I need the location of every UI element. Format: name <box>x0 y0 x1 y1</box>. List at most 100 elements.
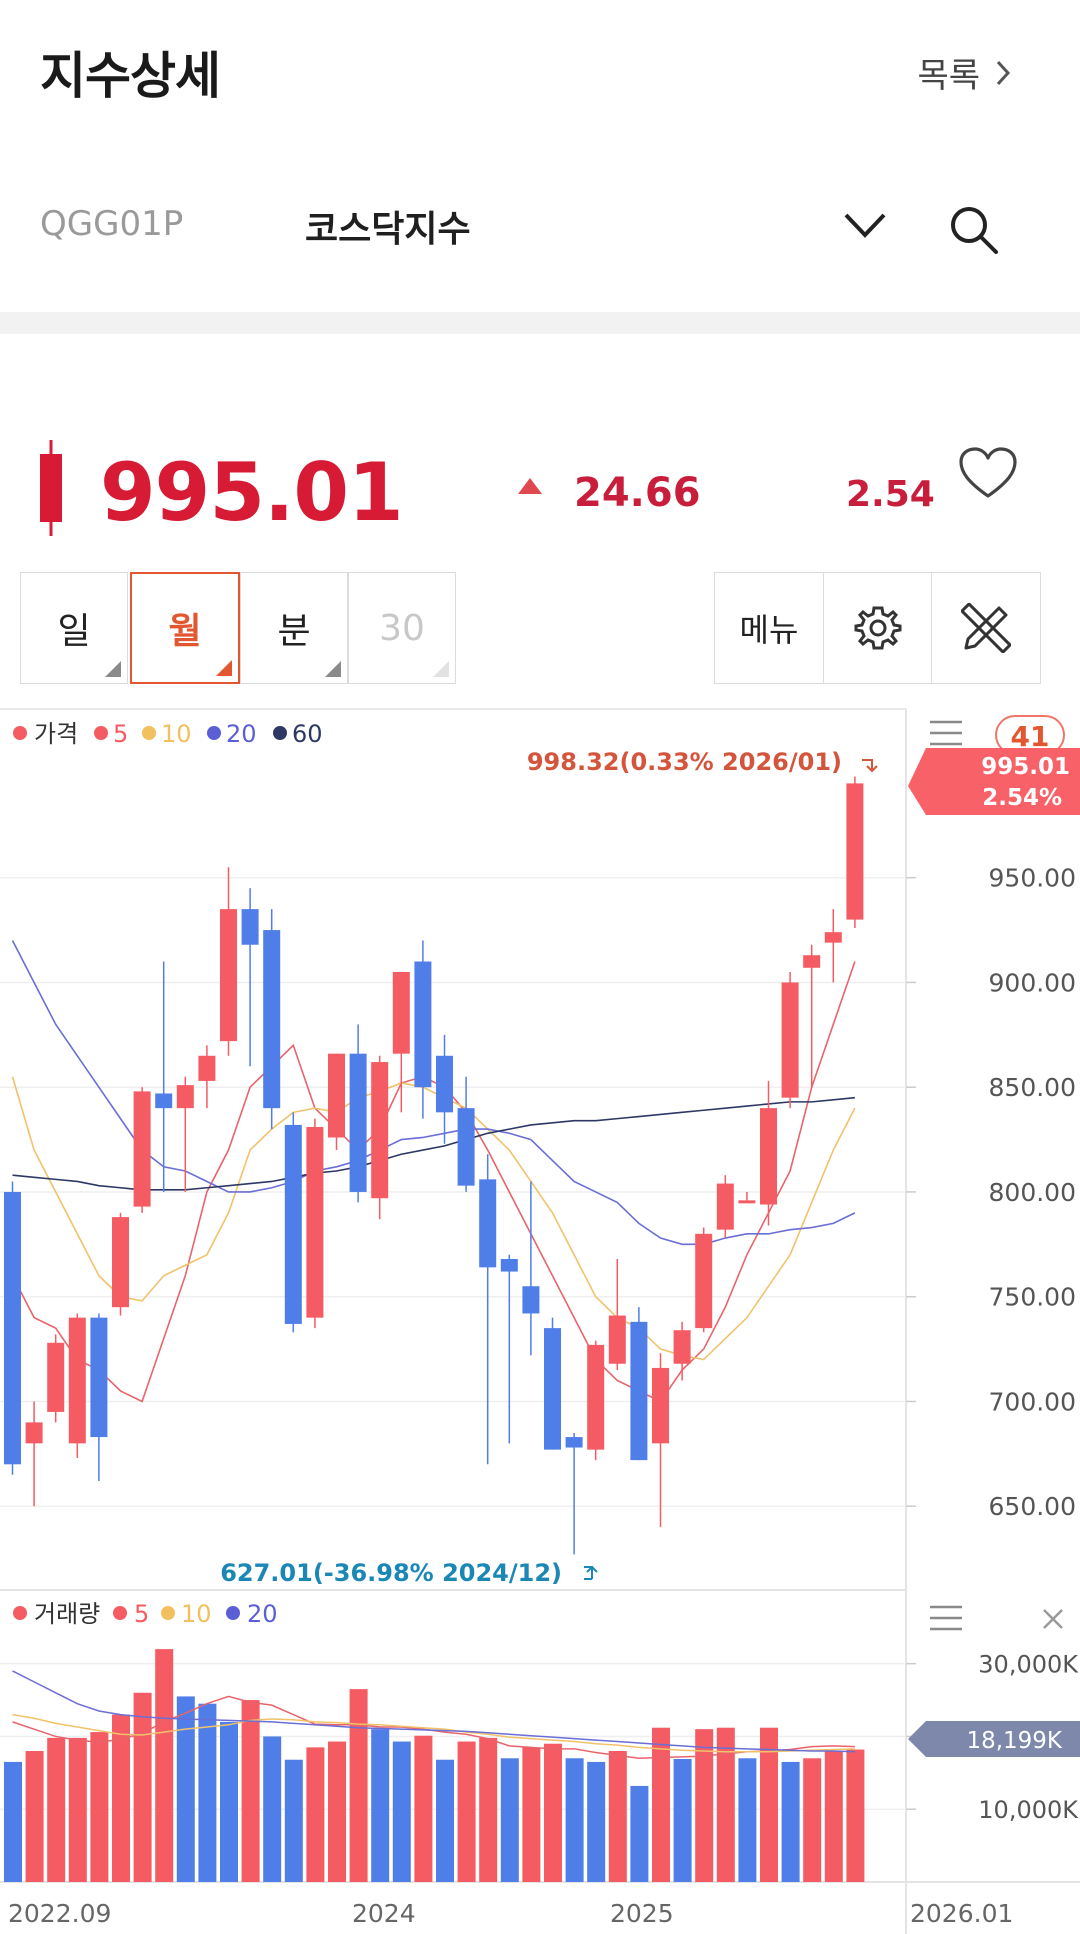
candle-body <box>392 971 410 1054</box>
tab-day-label: 일 <box>57 611 91 652</box>
volume-bar <box>846 1749 865 1882</box>
candle-body <box>652 1367 669 1444</box>
volume-bar <box>781 1761 800 1882</box>
candle-body <box>436 1055 453 1113</box>
settings-button[interactable] <box>823 572 933 684</box>
volume-bar <box>198 1703 217 1882</box>
price-y-axis: 950.00 900.00 850.00 800.00 750.00 700.00 650.… <box>906 864 1076 1521</box>
candle-body <box>25 1422 43 1444</box>
volume-bar <box>328 1741 346 1882</box>
volume-bar <box>392 1741 411 1882</box>
candle-body <box>133 1091 151 1207</box>
section-divider <box>0 312 1080 334</box>
volume-bar <box>457 1741 476 1882</box>
price-tick-label: 800.00 <box>989 1178 1076 1207</box>
price-tick-label: 850.00 <box>989 1073 1076 1102</box>
list-button[interactable]: 목록 <box>917 48 1012 97</box>
legend-volume: 거래량 <box>34 1600 100 1628</box>
last-volume-tag: 18,199K <box>908 1721 1080 1757</box>
volume-bar <box>587 1761 606 1882</box>
candle-body <box>716 1183 734 1230</box>
volume-bar <box>500 1758 519 1882</box>
volume-settings-menu-icon[interactable] <box>930 1605 962 1631</box>
price-change-percent: 2.54 <box>846 474 935 515</box>
index-code: QGG01P <box>40 204 184 244</box>
candle-body <box>112 1217 129 1308</box>
candle-icon <box>40 440 62 536</box>
candle-body <box>587 1344 605 1450</box>
x-label-2025: 2025 <box>610 1899 674 1928</box>
candle-body <box>608 1315 626 1364</box>
candle-body <box>284 1124 302 1324</box>
tab-interval-30[interactable]: 30 <box>348 572 456 684</box>
candle-body <box>803 955 821 968</box>
volume-bar <box>695 1729 714 1882</box>
chart-area[interactable]: 950.00 900.00 850.00 800.00 750.00 700.00 650.… <box>0 708 1080 1934</box>
price-tick-label: 900.00 <box>989 968 1076 997</box>
tab-day[interactable]: 일 <box>20 572 128 684</box>
pencil-ruler-icon <box>961 603 1011 653</box>
index-name[interactable]: 코스닥지수 <box>305 200 471 252</box>
close-icon[interactable] <box>1043 1609 1063 1629</box>
last-price-percent: 2.54% <box>982 785 1062 811</box>
high-marker-icon <box>862 759 878 773</box>
volume-bar <box>133 1692 152 1882</box>
volume-bar <box>565 1758 584 1882</box>
price-tick-label: 650.00 <box>989 1492 1076 1521</box>
low-annotation: 627.01(-36.98% 2024/12) <box>220 1559 562 1587</box>
volume-bar <box>803 1758 822 1882</box>
high-annotation: 998.32(0.33% 2026/01) <box>527 748 842 776</box>
chevron-down-icon[interactable] <box>842 210 888 240</box>
price-legend: 가격 5 10 20 60 <box>13 720 323 748</box>
drawing-tools-button[interactable] <box>931 572 1041 684</box>
candle-body <box>220 909 237 1042</box>
low-marker-icon <box>584 1565 598 1580</box>
candle-body <box>371 1062 389 1199</box>
price-settings-menu-icon[interactable] <box>930 720 962 746</box>
legend-ma10: 10 <box>161 720 192 748</box>
volume-bar <box>155 1649 174 1882</box>
candle-body <box>349 1053 367 1192</box>
heart-icon[interactable] <box>958 446 1018 500</box>
candle-body <box>738 1200 756 1204</box>
legend-vol-ma10: 10 <box>181 1600 212 1628</box>
candle-body <box>565 1437 583 1448</box>
volume-bars <box>4 1649 865 1882</box>
candle-body <box>781 982 799 1098</box>
legend-vol-ma20: 20 <box>247 1600 278 1628</box>
volume-tick-label: 30,000K <box>978 1651 1079 1679</box>
candle-body <box>328 1053 345 1138</box>
candle-body <box>695 1233 713 1329</box>
legend-vol-ma5: 5 <box>134 1600 149 1628</box>
tab-month[interactable]: 월 <box>130 572 240 684</box>
volume-bar <box>608 1751 627 1882</box>
candle-body <box>824 932 842 943</box>
chevron-right-icon <box>996 60 1011 85</box>
candle-body <box>47 1342 65 1412</box>
volume-bar <box>479 1737 498 1882</box>
candle-body <box>176 1085 194 1109</box>
volume-bar <box>371 1729 390 1882</box>
volume-bar <box>652 1727 670 1882</box>
candle-body <box>630 1321 648 1461</box>
candle-body <box>198 1055 216 1081</box>
volume-bar <box>241 1700 260 1882</box>
menu-button[interactable]: 메뉴 <box>714 572 824 684</box>
tab-minute[interactable]: 분 <box>240 572 348 684</box>
volume-bar <box>4 1761 22 1882</box>
volume-bar <box>414 1735 433 1882</box>
volume-tick-label: 10,000K <box>978 1796 1079 1824</box>
volume-bar <box>544 1743 562 1882</box>
price-tick-label: 750.00 <box>989 1283 1076 1312</box>
x-label-end: 2026.01 <box>910 1899 1013 1928</box>
volume-bar <box>263 1736 282 1882</box>
volume-bar <box>90 1732 109 1882</box>
gear-icon <box>854 606 902 650</box>
tab-interval-label: 30 <box>379 607 425 649</box>
search-icon[interactable] <box>948 204 1000 256</box>
candle-body <box>673 1330 691 1364</box>
volume-bar <box>824 1751 843 1882</box>
menu-label: 메뉴 <box>739 611 799 649</box>
volume-bar <box>47 1737 66 1882</box>
candle-body <box>500 1258 518 1272</box>
